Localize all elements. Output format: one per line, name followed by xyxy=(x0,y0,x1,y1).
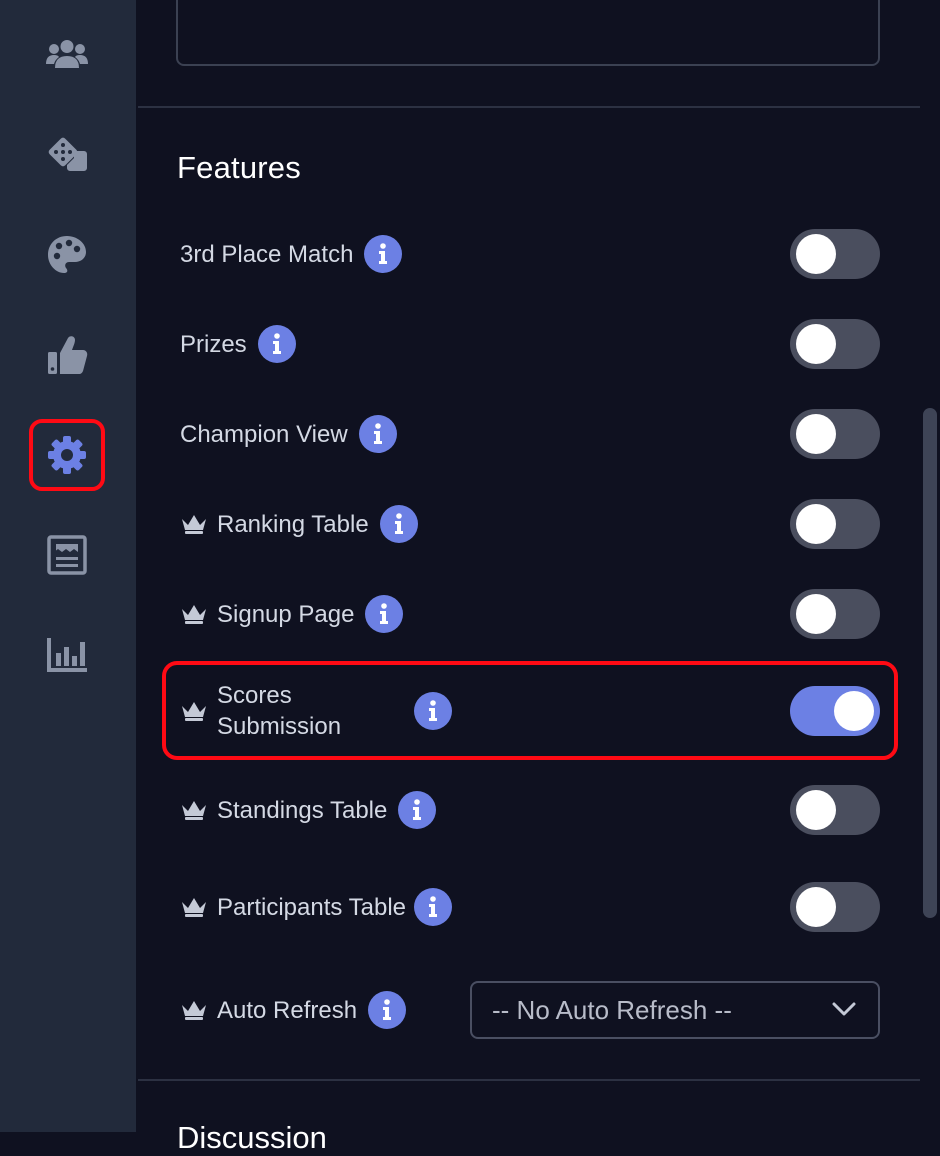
feature-row-prizes: Prizes xyxy=(180,319,880,369)
info-icon[interactable] xyxy=(257,325,296,363)
signup-page-toggle[interactable] xyxy=(790,589,880,639)
sidebar xyxy=(0,0,136,1132)
section-divider xyxy=(138,106,920,108)
sidebar-item-sponsors[interactable] xyxy=(29,319,105,391)
sidebar-item-games[interactable] xyxy=(29,119,105,191)
settings-panel: Features 3rd Place Match Prizes Champion… xyxy=(136,0,940,1155)
crown-icon xyxy=(182,1001,206,1020)
chart-icon xyxy=(47,638,87,672)
thumbs-up-icon xyxy=(48,336,88,374)
feature-label: Participants Table xyxy=(217,893,406,921)
chevron-down-icon xyxy=(832,1002,856,1016)
discussion-title: Discussion xyxy=(177,1120,327,1155)
feature-row-ranking-table: Ranking Table xyxy=(180,499,880,549)
third-place-match-toggle[interactable] xyxy=(790,229,880,279)
feature-label: Signup Page xyxy=(217,600,355,628)
standings-table-toggle[interactable] xyxy=(790,785,880,835)
info-icon[interactable] xyxy=(414,888,452,926)
sidebar-item-stats[interactable] xyxy=(29,619,105,691)
info-icon[interactable] xyxy=(358,415,397,453)
auto-refresh-select[interactable]: -- No Auto Refresh -- xyxy=(470,981,880,1039)
feature-row-champion-view: Champion View xyxy=(180,409,880,459)
feature-row-scores-submission: Scores Submission xyxy=(180,682,880,740)
features-title: Features xyxy=(177,150,301,185)
feature-row-participants-table: Participants Table xyxy=(180,882,880,932)
feature-row-standings-table: Standings Table xyxy=(180,785,880,835)
scrollbar[interactable] xyxy=(923,408,937,918)
auto-refresh-selected: -- No Auto Refresh -- xyxy=(492,994,732,1025)
crown-icon xyxy=(182,801,206,820)
feature-label: Standings Table xyxy=(217,796,388,824)
info-icon[interactable] xyxy=(368,991,407,1029)
feature-label: Scores Submission xyxy=(217,682,342,740)
champion-view-toggle[interactable] xyxy=(790,409,880,459)
palette-icon xyxy=(48,236,86,273)
sidebar-item-theme[interactable] xyxy=(29,219,105,291)
dice-icon xyxy=(48,137,87,171)
feature-label: Prizes xyxy=(180,330,247,358)
sidebar-item-news[interactable] xyxy=(29,519,105,591)
feature-label: Auto Refresh xyxy=(217,996,358,1024)
crown-icon xyxy=(182,898,206,917)
users-icon xyxy=(46,40,88,68)
sidebar-item-participants[interactable] xyxy=(29,19,105,91)
gear-icon xyxy=(48,436,86,474)
info-icon[interactable] xyxy=(365,595,404,633)
feature-label: Ranking Table xyxy=(217,510,369,538)
description-textarea[interactable] xyxy=(176,0,880,66)
feature-row-signup-page: Signup Page xyxy=(180,589,880,639)
info-icon[interactable] xyxy=(364,235,403,273)
crown-icon xyxy=(182,515,206,534)
feature-label: 3rd Place Match xyxy=(180,240,354,268)
scores-submission-toggle[interactable] xyxy=(790,686,880,736)
feature-label: Champion View xyxy=(180,420,348,448)
info-icon[interactable] xyxy=(379,505,418,543)
info-icon[interactable] xyxy=(398,791,437,829)
sidebar-item-settings[interactable] xyxy=(29,419,105,491)
prizes-toggle[interactable] xyxy=(790,319,880,369)
feature-row-third-place-match: 3rd Place Match xyxy=(180,229,880,279)
participants-table-toggle[interactable] xyxy=(790,882,880,932)
ranking-table-toggle[interactable] xyxy=(790,499,880,549)
crown-icon xyxy=(182,605,206,624)
newspaper-icon xyxy=(47,535,87,575)
section-divider xyxy=(138,1079,920,1081)
info-icon[interactable] xyxy=(414,692,452,730)
crown-icon xyxy=(182,702,206,721)
